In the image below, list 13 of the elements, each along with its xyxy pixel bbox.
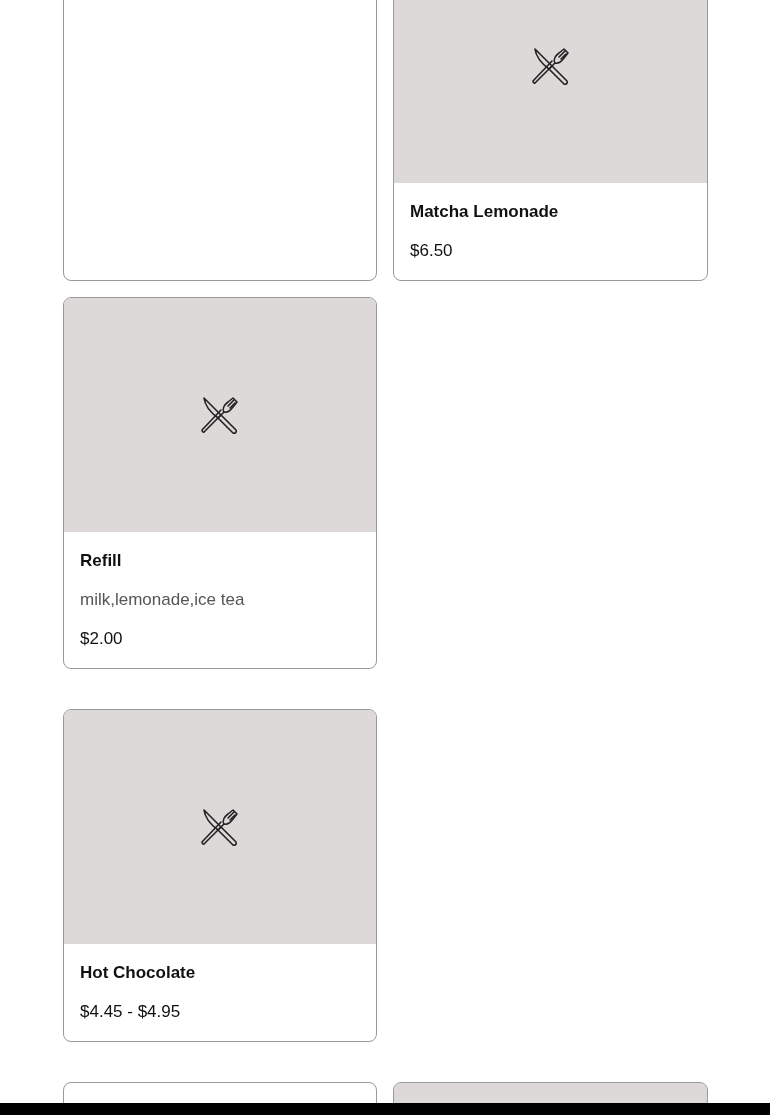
item-price: $2.00 [80, 628, 124, 650]
item-name: Matcha Lemonade [410, 201, 560, 223]
fork-and-knife-icon [200, 395, 240, 435]
menu-item-card[interactable]: Matcha Lemonade $6.50 [393, 0, 708, 281]
item-name: Refill [80, 550, 123, 572]
item-price: $4.45 - $4.95 [80, 1001, 182, 1023]
menu-item-card[interactable]: Refill milk,lemonade,ice tea $2.00 [63, 297, 377, 669]
fork-and-knife-icon [530, 46, 571, 86]
item-description: milk,lemonade,ice tea [80, 589, 246, 611]
item-price: $6.50 [410, 240, 454, 262]
fork-and-knife-icon [200, 807, 240, 847]
item-name: Hot Chocolate [80, 962, 197, 984]
menu-item-card[interactable]: Hot Chocolate $4.45 - $4.95 [63, 709, 377, 1042]
